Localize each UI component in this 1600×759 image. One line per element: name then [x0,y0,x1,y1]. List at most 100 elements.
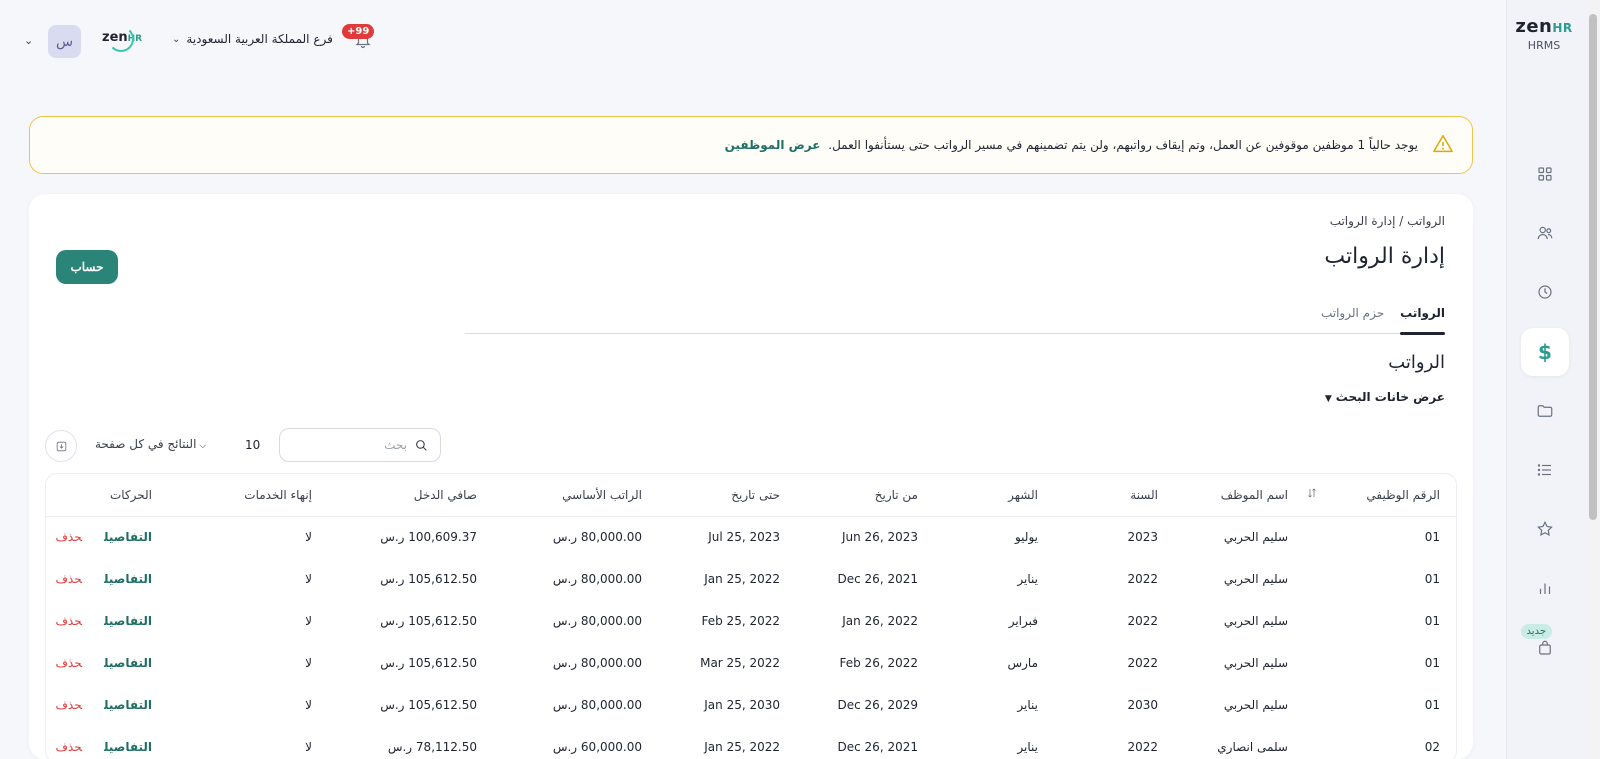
delete-link[interactable]: حذف [55,530,81,544]
cell-end-of-service: لا [305,572,312,586]
cell-from-date: Jan 26, 2022 [842,614,918,628]
suspended-employees-alert: يوجد حالياً 1 موظفين موقوفين عن العمل، و… [29,116,1473,174]
cell-net-income: 105,612.50 ر.س [380,656,477,670]
branch-label: فرع المملكة العربية السعودية [186,32,333,46]
people-icon[interactable] [1521,209,1569,257]
details-link[interactable]: التفاصيل [104,740,152,754]
cell-employee-id: 01 [1424,530,1440,545]
cell-actions: التفاصيل حذف [46,726,160,759]
brand-logo: zenHR [1514,16,1574,37]
download-icon [56,441,66,451]
branch-selector[interactable]: فرع المملكة العربية السعودية ⌄ [172,32,333,46]
details-link[interactable]: التفاصيل [104,698,152,712]
header-year[interactable]: السنة [1046,474,1166,517]
header-employee-name[interactable]: اسم الموظف [1166,474,1296,517]
cell-actions: التفاصيل حذف [46,558,160,600]
table-header-row: الرقم الوظيفي اسم الموظف السنة الشهر من … [46,474,1456,517]
chevron-down-icon[interactable]: ⌄ [24,34,33,47]
cell-end-of-service: لا [305,614,312,628]
avatar-letter: س [55,33,74,50]
per-page-value[interactable]: 10 [245,438,260,452]
cell-employee-name: سلمى انصاري [1217,740,1288,754]
cell-employee-id: 01 [1424,572,1440,586]
top-bar: ⌄ س zenHR فرع المملكة العربية السعودية ⌄… [0,0,1506,80]
tab-payroll[interactable]: الرواتب [1400,300,1445,335]
cell-year: 2022 [1127,656,1158,670]
calculate-button[interactable]: حساب [56,250,118,284]
search-input[interactable]: بحث [279,428,441,462]
avatar[interactable]: س [48,25,81,58]
toggle-search-fields[interactable]: عرض خانات البحث▼ [1325,390,1445,404]
alert-message: يوجد حالياً 1 موظفين موقوفين عن العمل، و… [725,138,1418,152]
cell-base-salary: 80,000.00 ر.س [552,530,642,545]
list-icon[interactable] [1521,446,1569,494]
cell-employee-id: 01 [1424,698,1440,712]
header-base-salary[interactable]: الراتب الأساسي [485,474,650,517]
header-actions: الحركات [46,474,160,517]
caret-down-icon: ▼ [1324,394,1332,404]
folder-icon[interactable] [1521,387,1569,435]
export-button[interactable] [45,430,77,462]
chart-icon[interactable] [1521,564,1569,612]
cell-year: 2022 [1127,740,1158,754]
cell-month: يناير [1017,740,1038,754]
cell-employee-id: 01 [1424,656,1440,670]
cell-employee-name: سليم الحربي [1223,698,1288,712]
cell-net-income: 100,609.37 ر.س [380,530,477,545]
cell-end-of-service: لا [305,530,312,545]
per-page-select[interactable]: ⌵النتائج في كل صفحة [95,437,206,451]
table-row: 01 سليم الحربي 2023 يوليو Jun 26, 2023 J… [46,516,1456,558]
cell-to-date: Jan 25, 2030 [704,698,780,712]
chevron-down-icon: ⌵ [199,441,207,451]
sort-icon[interactable] [1296,474,1326,517]
details-link[interactable]: التفاصيل [104,614,152,628]
header-to-date[interactable]: حتى تاريخ [650,474,788,517]
bag-icon[interactable] [1521,624,1569,672]
cell-employee-name: سليم الحربي [1223,572,1288,586]
brand-sub: HRMS [1527,39,1561,52]
header-from-date[interactable]: من تاريخ [788,474,926,517]
table-row: 02 سلمى انصاري 2022 يناير Dec 26, 2021 J… [46,726,1456,759]
delete-link[interactable]: حذف [55,614,81,628]
cell-actions: التفاصيل حذف [46,642,160,684]
delete-link[interactable]: حذف [55,698,81,712]
delete-link[interactable]: حذف [55,572,81,586]
details-link[interactable]: التفاصيل [104,530,152,544]
cell-net-income: 105,612.50 ر.س [380,572,477,586]
cell-year: 2023 [1127,530,1158,545]
notification-badge: +99 [342,24,375,39]
header-month[interactable]: الشهر [926,474,1046,517]
cell-to-date: Jul 25, 2023 [708,530,780,545]
dashboard-icon[interactable] [1521,150,1569,198]
cell-net-income: 105,612.50 ر.س [380,614,477,628]
cell-end-of-service: لا [305,740,312,754]
header-end-of-service[interactable]: إنهاء الخدمات [160,474,320,517]
breadcrumb[interactable]: الرواتب / إدارة الرواتب [1330,214,1445,228]
per-page-label: النتائج في كل صفحة [95,437,197,451]
clock-icon[interactable] [1521,268,1569,316]
cell-base-salary: 80,000.00 ر.س [552,656,642,670]
star-icon[interactable] [1521,505,1569,553]
payroll-table: الرقم الوظيفي اسم الموظف السنة الشهر من … [45,473,1457,759]
details-link[interactable]: التفاصيل [104,572,152,586]
header-employee-id[interactable]: الرقم الوظيفي [1326,474,1456,517]
cell-from-date: Jun 26, 2023 [841,530,918,545]
delete-link[interactable]: حذف [55,740,81,754]
delete-link[interactable]: حذف [55,656,81,670]
scrollbar[interactable] [1586,0,1600,759]
cell-month: يناير [1017,572,1038,586]
header-net-income[interactable]: صافي الدخل [320,474,485,517]
scrollbar-thumb[interactable] [1589,14,1597,520]
cell-to-date: Jan 25, 2022 [704,740,780,754]
details-link[interactable]: التفاصيل [104,656,152,670]
view-employees-link[interactable]: عرض الموظفين [725,138,821,152]
cell-month: فبراير [1008,614,1038,628]
brand[interactable]: zenHR HRMS [1514,16,1574,52]
cell-employee-id: 02 [1424,740,1440,754]
tab-payroll-packages[interactable]: حزم الرواتب [1321,300,1384,333]
dollar-icon[interactable]: $ [1521,328,1569,376]
cell-from-date: Dec 26, 2021 [837,572,918,586]
cell-net-income: 105,612.50 ر.س [380,698,477,712]
cell-to-date: Mar 25, 2022 [700,656,780,670]
cell-year: 2030 [1127,698,1158,712]
